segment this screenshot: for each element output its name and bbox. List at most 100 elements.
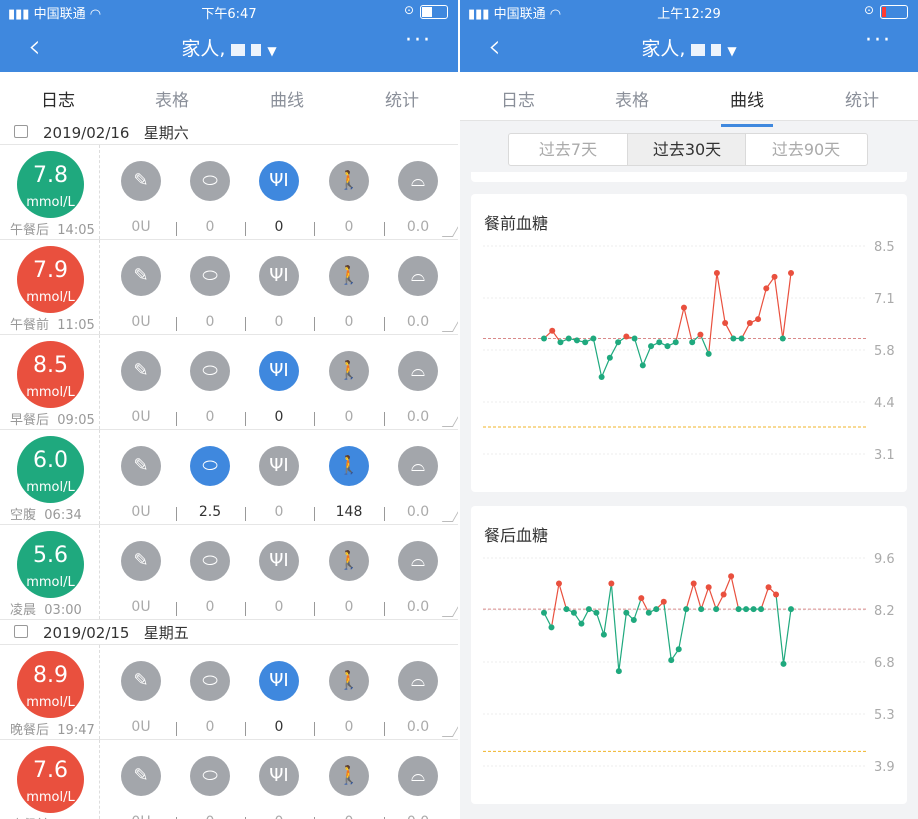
insulin-icon[interactable]: ✎	[121, 161, 161, 201]
tab-3[interactable]: 统计	[822, 86, 902, 111]
data-point[interactable]	[779, 335, 786, 342]
data-point[interactable]	[565, 335, 572, 342]
more-icon[interactable]: ···	[405, 28, 432, 53]
data-point[interactable]	[689, 339, 696, 346]
range-option-2[interactable]: 过去90天	[745, 134, 866, 165]
log-entry-row[interactable]: 8.9 mmol/L 晚餐后 19:47 ✎ 0U ⬭ 0 ΨΙ 0 🚶 0 ⌓ 0.0	[0, 645, 458, 740]
more-icon[interactable]: ···	[865, 28, 892, 53]
pill-icon[interactable]: ⬭	[190, 256, 230, 296]
exercise-icon[interactable]: 🚶	[329, 161, 369, 201]
exercise-icon[interactable]: 🚶	[329, 541, 369, 581]
data-point[interactable]	[573, 337, 580, 344]
tab-2[interactable]: 曲线	[247, 86, 327, 111]
scale-icon[interactable]: ⌓	[398, 351, 438, 391]
data-point[interactable]	[623, 609, 630, 616]
exercise-icon[interactable]: 🚶	[329, 256, 369, 296]
data-point[interactable]	[713, 606, 720, 613]
data-point[interactable]	[593, 609, 600, 616]
exercise-icon[interactable]: 🚶	[329, 756, 369, 796]
tab-0[interactable]: 日志	[478, 86, 558, 111]
log-entry-row[interactable]: 8.5 mmol/L 早餐后 09:05 ✎ 0U ⬭ 0 ΨΙ 0 🚶 0 ⌓ 0.0	[0, 335, 458, 430]
data-point[interactable]	[713, 269, 720, 276]
range-option-1[interactable]: 过去30天	[627, 134, 746, 165]
data-point[interactable]	[755, 316, 762, 323]
scale-icon[interactable]: ⌓	[398, 661, 438, 701]
data-point[interactable]	[623, 333, 630, 340]
scale-icon[interactable]: ⌓	[398, 756, 438, 796]
insulin-icon[interactable]: ✎	[121, 661, 161, 701]
data-point[interactable]	[578, 620, 585, 627]
meal-icon[interactable]: ΨΙ	[259, 351, 299, 391]
data-point[interactable]	[683, 606, 690, 613]
meal-icon[interactable]: ΨΙ	[259, 446, 299, 486]
meal-icon[interactable]: ΨΙ	[259, 756, 299, 796]
data-point[interactable]	[585, 606, 592, 613]
exercise-icon[interactable]: 🚶	[329, 446, 369, 486]
meal-icon[interactable]: ΨΙ	[259, 256, 299, 296]
data-point[interactable]	[750, 606, 757, 613]
meal-icon[interactable]: ΨΙ	[259, 161, 299, 201]
data-point[interactable]	[606, 354, 613, 361]
insulin-icon[interactable]: ✎	[121, 541, 161, 581]
data-point[interactable]	[668, 657, 675, 664]
data-point[interactable]	[735, 606, 742, 613]
scale-icon[interactable]: ⌓	[398, 541, 438, 581]
data-point[interactable]	[758, 606, 765, 613]
data-point[interactable]	[765, 584, 772, 591]
data-point[interactable]	[660, 598, 667, 605]
data-point[interactable]	[570, 609, 577, 616]
tab-1[interactable]: 表格	[132, 86, 212, 111]
tab-0[interactable]: 日志	[18, 86, 98, 127]
data-point[interactable]	[631, 335, 638, 342]
tab-1[interactable]: 表格	[592, 86, 672, 111]
data-point[interactable]	[697, 331, 704, 338]
insulin-icon[interactable]: ✎	[121, 256, 161, 296]
data-point[interactable]	[653, 606, 660, 613]
meal-icon[interactable]: ΨΙ	[259, 541, 299, 581]
insulin-icon[interactable]: ✎	[121, 756, 161, 796]
pill-icon[interactable]: ⬭	[190, 161, 230, 201]
pill-icon[interactable]: ⬭	[190, 351, 230, 391]
data-point[interactable]	[582, 339, 589, 346]
family-selector[interactable]: 家人, ▼	[460, 34, 918, 61]
insulin-icon[interactable]: ✎	[121, 446, 161, 486]
data-point[interactable]	[541, 335, 547, 342]
data-point[interactable]	[615, 668, 622, 675]
data-point[interactable]	[656, 339, 663, 346]
data-point[interactable]	[630, 617, 637, 624]
data-point[interactable]	[788, 606, 794, 613]
data-point[interactable]	[598, 373, 605, 380]
data-point[interactable]	[780, 660, 787, 667]
data-point[interactable]	[675, 646, 682, 653]
scale-icon[interactable]: ⌓	[398, 161, 438, 201]
log-entry-row[interactable]: 7.6 mmol/L 晚餐前 17:45 ✎ 0U ⬭ 0 ΨΙ 0 🚶 0 ⌓ 0.0	[0, 740, 458, 819]
tab-3[interactable]: 统计	[362, 86, 442, 111]
data-point[interactable]	[788, 269, 794, 276]
data-point[interactable]	[705, 350, 712, 357]
data-point[interactable]	[638, 595, 645, 602]
data-point[interactable]	[648, 343, 655, 350]
data-point[interactable]	[615, 339, 622, 346]
pill-icon[interactable]: ⬭	[190, 661, 230, 701]
range-option-0[interactable]: 过去7天	[509, 134, 627, 165]
log-entry-row[interactable]: 6.0 mmol/L 空腹 06:34 ✎ 0U ⬭ 2.5 ΨΙ 0 🚶 148 ⌓ 0.0	[0, 430, 458, 525]
log-entry-row[interactable]: 7.9 mmol/L 午餐前 11:05 ✎ 0U ⬭ 0 ΨΙ 0 🚶 0 ⌓ 0.0	[0, 240, 458, 335]
pill-icon[interactable]: ⬭	[190, 446, 230, 486]
meal-icon[interactable]: ΨΙ	[259, 661, 299, 701]
data-point[interactable]	[672, 339, 679, 346]
data-point[interactable]	[680, 304, 687, 311]
pill-icon[interactable]: ⬭	[190, 756, 230, 796]
scale-icon[interactable]: ⌓	[398, 256, 438, 296]
data-point[interactable]	[664, 343, 671, 350]
data-point[interactable]	[771, 273, 778, 280]
insulin-icon[interactable]: ✎	[121, 351, 161, 391]
tab-2[interactable]: 曲线	[707, 86, 787, 127]
data-point[interactable]	[563, 606, 570, 613]
log-entry-row[interactable]: 5.6 mmol/L 凌晨 03:00 ✎ 0U ⬭ 0 ΨΙ 0 🚶 0 ⌓ 0.0	[0, 525, 458, 620]
data-point[interactable]	[730, 335, 737, 342]
data-point[interactable]	[738, 335, 745, 342]
data-point[interactable]	[743, 606, 750, 613]
data-point[interactable]	[600, 631, 607, 638]
data-point[interactable]	[549, 327, 556, 334]
data-point[interactable]	[557, 339, 564, 346]
